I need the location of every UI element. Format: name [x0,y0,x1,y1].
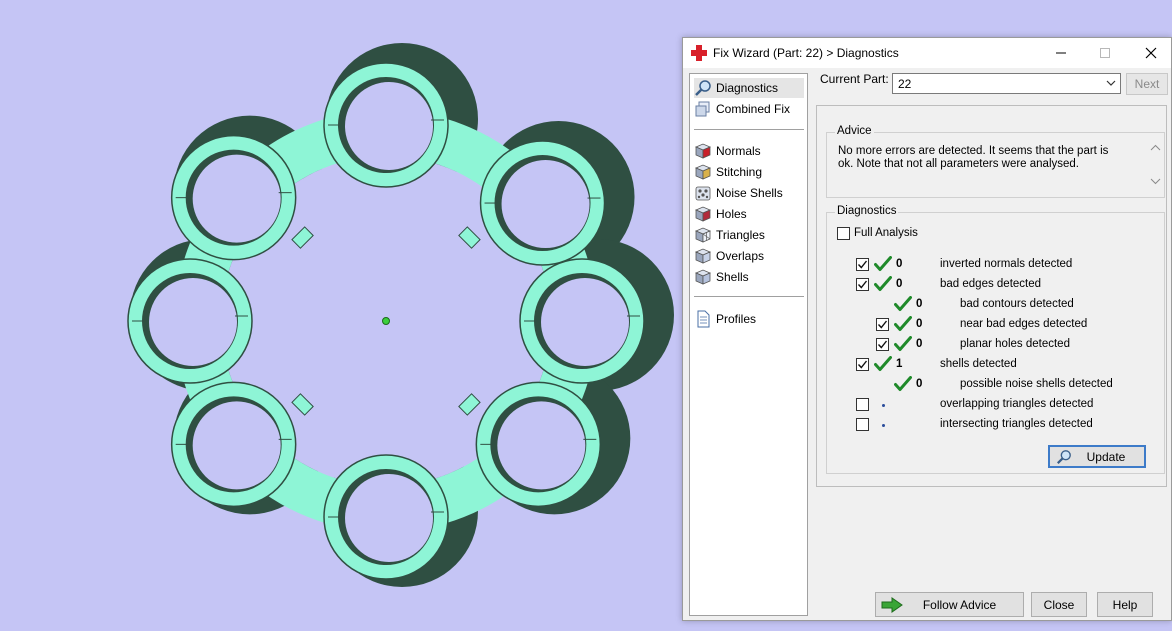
help-button[interactable]: Help [1097,592,1153,617]
nav-item-shells[interactable]: Shells [694,267,804,287]
fix-wizard-dialog: Fix Wizard (Part: 22) > Diagnostics Diag… [682,37,1172,621]
nav-item-profiles[interactable]: Profiles [694,309,804,329]
magnifier-icon [1056,450,1071,465]
noise-shells-icon [695,186,711,201]
nav-separator [694,296,804,297]
normals-cube-icon [694,143,712,159]
diagnostic-count: 0 [896,258,903,270]
current-part-label: Current Part: [820,72,889,86]
next-button[interactable]: Next [1126,73,1168,95]
close-window-button[interactable] [1129,38,1172,68]
check-mark-icon [894,376,912,392]
check-mark-icon [874,256,892,272]
nav-item-combined-fix[interactable]: Combined Fix [694,99,804,119]
ring-part-model [127,43,674,587]
cup-hole [501,160,590,249]
diagnostic-label: inverted normals detected [940,258,1073,270]
overlaps-icon [694,248,712,264]
pending-dot-icon [882,424,885,427]
wizard-nav: Diagnostics Combined Fix Normals Stitchi… [689,73,808,616]
diagnostic-checkbox[interactable] [876,318,889,331]
follow-advice-button[interactable]: Follow Advice [875,592,1024,617]
close-icon [1145,47,1157,59]
minimize-icon [1056,52,1066,54]
diagnostic-checkbox[interactable] [876,338,889,351]
combined-fix-icon [695,101,710,117]
full-analysis-label: Full Analysis [854,227,918,239]
stitching-icon [694,164,712,180]
nav-item-overlaps[interactable]: Overlaps [694,246,804,266]
maximize-icon [1100,48,1110,58]
chevron-down-icon [1106,80,1116,86]
current-part-dropdown[interactable]: 22 [892,73,1121,94]
nav-item-stitching[interactable]: Stitching [694,162,804,182]
diagnostic-checkbox[interactable] [856,258,869,271]
diagnostic-checkbox[interactable] [856,358,869,371]
diagnostic-count: 0 [916,298,923,310]
check-mark-icon [874,356,892,372]
advice-title: Advice [835,125,874,137]
diagnostic-count: 0 [916,378,923,390]
diagnostic-label: overlapping triangles detected [940,398,1094,410]
advice-group: Advice No more errors are detected. It s… [826,125,1165,198]
check-mark-icon [894,336,912,352]
diagnostic-label: bad contours detected [960,298,1074,310]
cup-hole [345,82,433,170]
nav-item-noise-shells[interactable]: Noise Shells [694,183,804,203]
nav-item-diagnostics[interactable]: Diagnostics [694,78,804,98]
check-mark-icon [874,276,892,292]
center-marker-icon [382,317,390,325]
diagnostic-count: 0 [916,318,923,330]
diagnostic-checkbox[interactable] [856,278,869,291]
check-mark-icon [894,316,912,332]
profiles-document-icon [697,310,710,328]
diagnostic-checkbox[interactable] [856,418,869,431]
holes-icon [694,206,712,222]
nav-item-triangles[interactable]: Triangles [694,225,804,245]
full-analysis-checkbox[interactable] [837,227,850,240]
diagnostic-label: planar holes detected [960,338,1070,350]
diagnostic-label: intersecting triangles detected [940,418,1093,430]
magnifier-icon [695,80,711,96]
shells-icon [694,269,712,285]
diagnostic-label: shells detected [940,358,1017,370]
diagnostic-count: 0 [916,338,923,350]
diagnostics-panel: Advice No more errors are detected. It s… [816,105,1167,487]
title-bar: Fix Wizard (Part: 22) > Diagnostics [683,38,1171,68]
cup-hole [192,154,281,243]
advice-scrollbar[interactable] [1147,133,1164,197]
nav-item-normals[interactable]: Normals [694,141,804,161]
green-arrow-icon [881,597,903,613]
red-cross-icon [691,45,707,61]
maximize-button[interactable] [1083,38,1127,68]
diagnostic-label: bad edges detected [940,278,1042,290]
diagnostic-count: 1 [896,358,903,370]
diagnostic-label: near bad edges detected [960,318,1088,330]
dialog-title: Fix Wizard (Part: 22) > Diagnostics [713,46,899,60]
diagnostic-count: 0 [896,278,903,290]
diagnostic-label: possible noise shells detected [960,378,1113,390]
update-button[interactable]: Update [1048,445,1146,468]
advice-text: No more errors are detected. It seems th… [838,145,1109,170]
minimize-button[interactable] [1039,38,1083,68]
diagnostics-title: Diagnostics [835,205,899,217]
nav-separator [694,129,804,130]
nav-item-holes[interactable]: Holes [694,204,804,224]
cup-hole [345,474,433,562]
cup-hole [149,278,237,366]
cup-hole [541,278,629,366]
cup-hole [192,401,281,490]
triangles-icon [694,227,712,243]
pending-dot-icon [882,404,885,407]
scrollbar-arrows-icon [1150,144,1161,185]
close-button[interactable]: Close [1031,592,1087,617]
current-part-value: 22 [898,77,912,91]
cup-hole [497,401,586,490]
check-mark-icon [894,296,912,312]
diagnostics-group: Diagnostics Full Analysis 0 inverted norm… [826,205,1165,474]
diagnostic-checkbox[interactable] [856,398,869,411]
